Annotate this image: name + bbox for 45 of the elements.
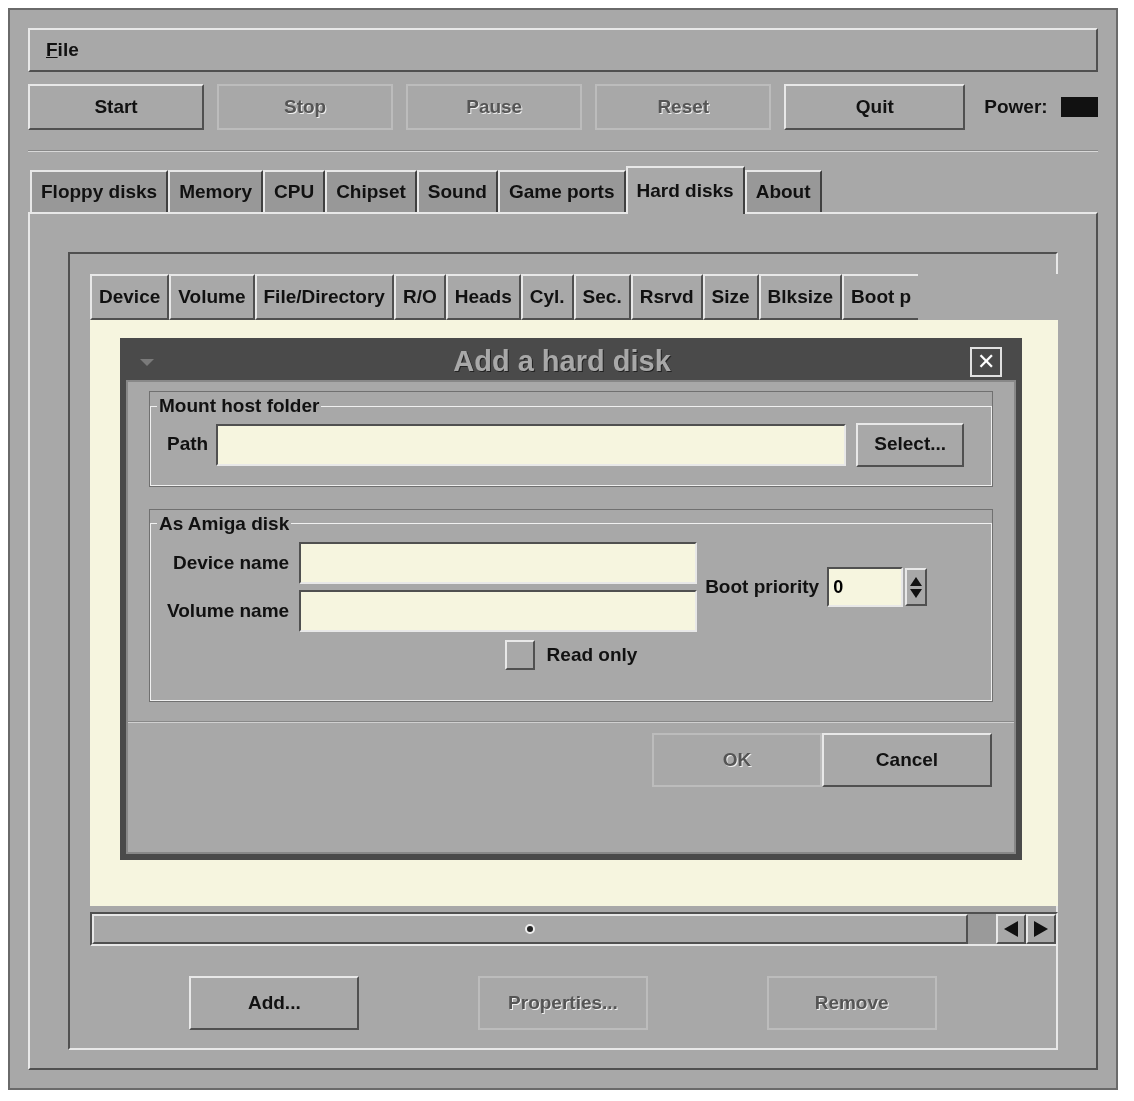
horizontal-scrollbar[interactable]	[90, 912, 1058, 946]
spin-buttons[interactable]	[905, 568, 928, 606]
boot-priority-label: Boot priority	[705, 574, 820, 599]
read-only-checkbox[interactable]	[504, 640, 535, 670]
action-button[interactable]: Add...	[189, 976, 360, 1030]
scroll-thumb-icon	[525, 924, 535, 934]
group-legend: Mount host folder	[157, 392, 322, 421]
dialog-title: Add a hard disk	[452, 344, 672, 380]
close-button[interactable]: ✕	[970, 347, 1002, 377]
path-label: Path	[167, 432, 209, 457]
power-label: Power:	[984, 94, 1048, 119]
tab[interactable]: CPU	[263, 170, 326, 212]
tab[interactable]: Chipset	[325, 170, 417, 212]
column-header[interactable]: Rsrvd	[630, 274, 703, 320]
device-name-label: Device name	[171, 550, 290, 575]
tab[interactable]: Hard disks	[625, 166, 745, 214]
menu-item[interactable]: File	[46, 35, 79, 65]
tab[interactable]: About	[744, 170, 822, 212]
scroll-right-button[interactable]	[1026, 914, 1056, 944]
dialog-button[interactable]: Cancel	[822, 733, 992, 787]
read-only-label: Read only	[546, 642, 638, 667]
column-header[interactable]: File/Directory	[254, 274, 394, 320]
column-header[interactable]: Device	[90, 274, 170, 320]
column-header[interactable]: R/O	[393, 274, 446, 320]
tab[interactable]: Sound	[416, 170, 498, 212]
column-header[interactable]: Sec.	[573, 274, 631, 320]
path-field[interactable]	[216, 423, 847, 466]
column-header[interactable]: Heads	[445, 274, 521, 320]
volume-name-label: Volume name	[167, 598, 290, 623]
boot-priority-field[interactable]: 0	[827, 567, 904, 607]
volume-name-field[interactable]	[299, 590, 698, 632]
select-button[interactable]: Select...	[856, 422, 965, 467]
scroll-left-button[interactable]	[996, 914, 1026, 944]
group-legend: As Amiga disk	[157, 509, 292, 538]
tab[interactable]: Floppy disks	[30, 170, 169, 212]
column-header[interactable]: Cyl.	[520, 274, 574, 320]
toolbar-button[interactable]: Start	[28, 84, 205, 130]
scroll-trough	[968, 914, 996, 944]
tab[interactable]: Game ports	[497, 170, 626, 212]
column-header[interactable]: Blksize	[758, 274, 843, 320]
column-header[interactable]: Size	[702, 274, 759, 320]
column-header[interactable]: Volume	[169, 274, 255, 320]
toolbar-button[interactable]: Quit	[784, 84, 966, 130]
tab[interactable]: Memory	[168, 170, 263, 212]
device-name-field[interactable]	[299, 542, 698, 584]
